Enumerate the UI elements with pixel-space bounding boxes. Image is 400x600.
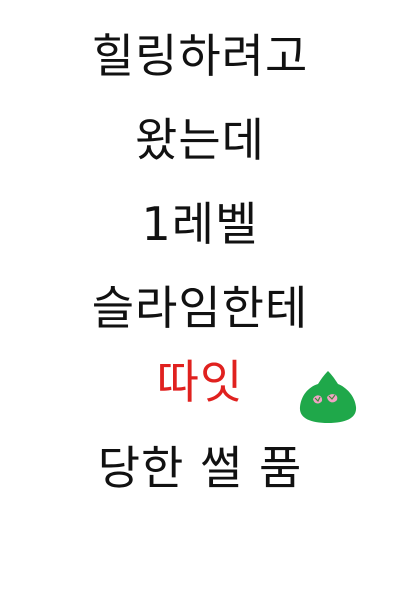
caption-line-6: 당한 썰 품: [97, 441, 303, 495]
caption-line-2: 왔는데: [135, 113, 265, 167]
caption-line-1: 힐링하려고: [91, 29, 309, 83]
caption-line-4: 슬라임한테: [91, 281, 309, 335]
caption-line-3: 1레벨: [141, 197, 259, 251]
slime-icon: [299, 371, 357, 423]
